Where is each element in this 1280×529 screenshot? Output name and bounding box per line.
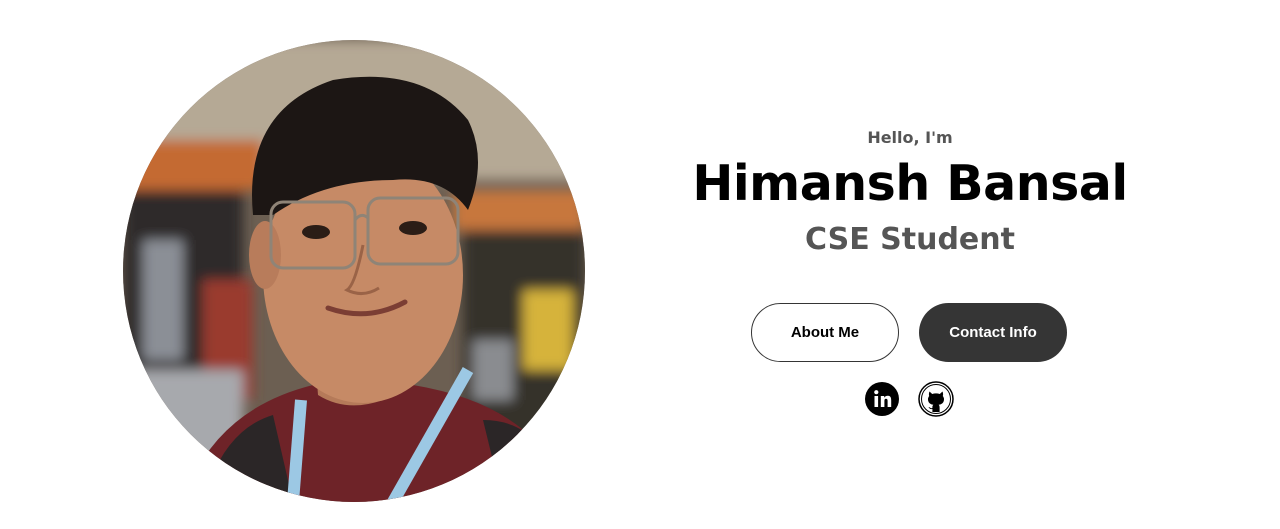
github-icon[interactable]: [918, 381, 954, 417]
person-name: Himansh Bansal: [692, 155, 1128, 212]
profile-photo-image: [123, 40, 585, 502]
intro-section: Hello, I'm Himansh Bansal CSE Student: [680, 124, 1140, 264]
profile-page: Hello, I'm Himansh Bansal CSE Student Ab…: [0, 0, 1280, 529]
linkedin-icon[interactable]: [864, 381, 900, 417]
profile-photo: [123, 40, 585, 502]
about-me-button[interactable]: About Me: [751, 303, 899, 362]
greeting-text: Hello, I'm: [867, 128, 953, 147]
person-role: CSE Student: [805, 222, 1015, 257]
action-buttons: About Me Contact Info: [751, 303, 1067, 362]
contact-info-button[interactable]: Contact Info: [919, 303, 1067, 362]
social-links: [864, 381, 954, 417]
